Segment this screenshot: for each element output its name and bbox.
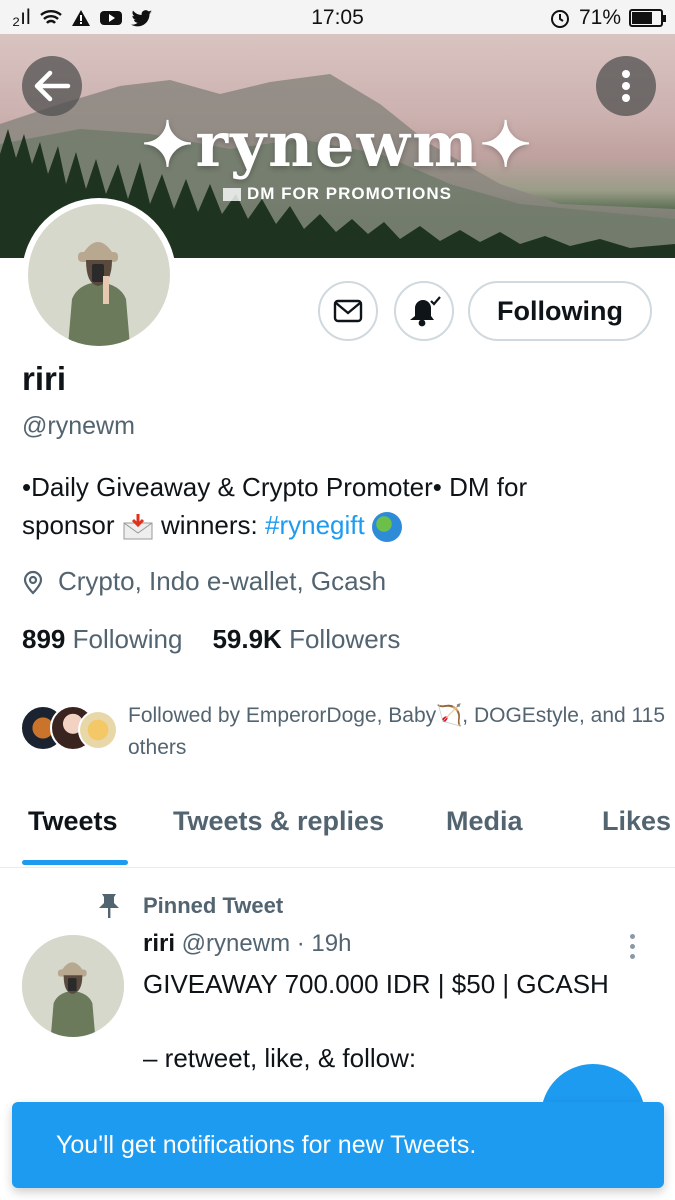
envelope-icon [333,299,363,323]
more-vertical-icon [622,70,630,102]
battery-percent: 71% [578,6,621,29]
tweet-author-meta: @rynewm · 19h [175,930,352,957]
bio-sponsor-text: sponsor [22,510,122,540]
location-pin-icon [23,570,43,595]
profile-handle: @rynewm [22,412,135,440]
banner-title: ✦rynewm✦ [141,108,534,181]
pinned-tweet-label: Pinned Tweet [143,893,284,918]
tweet-menu-button[interactable] [630,934,635,959]
followers-label: Followers [289,624,401,654]
banner-subtitle-text: DM FOR PROMOTIONS [247,184,452,203]
tab-media[interactable]: Media [446,806,523,837]
back-arrow-icon [34,70,71,102]
envelope-icon [223,188,242,202]
notification-toast: You'll get notifications for new Tweets. [12,1102,664,1188]
mutual-avatar [78,710,118,750]
following-label: Following [72,624,183,654]
hashtag-link[interactable]: #rynegift [265,510,365,540]
alarm-icon [550,10,569,28]
profile-bio: •Daily Giveaway & Crypto Promoter• DM fo… [22,468,662,544]
profile-tabs: Tweets Tweets & replies Media Likes [0,790,675,868]
status-icons-right: 71% [549,6,666,30]
following-stat[interactable]: 899 Following [22,624,182,655]
follow-stats: 899 Following 59.9K Followers [22,624,400,655]
back-button[interactable] [22,56,82,116]
toast-message: You'll get notifications for new Tweets. [56,1130,477,1159]
tab-likes[interactable]: Likes [602,806,671,837]
followed-by-row[interactable]: Followed by EmperorDoge, Baby🏹, DOGEstyl… [20,700,670,764]
status-bar: ₂ıl 17:05 71% [0,0,675,34]
avatar-illustration [22,935,124,1037]
battery-icon [629,9,666,27]
avatar-illustration [68,242,130,346]
profile-avatar[interactable] [22,198,176,352]
inbox-tray-icon [122,513,154,541]
bio-line-2: sponsor winners: #rynegift [22,506,662,544]
pin-icon [99,894,119,918]
notifications-button[interactable] [394,281,454,341]
bell-check-icon [410,296,441,327]
location-text: Crypto, Indo e-wallet, Gcash [58,566,387,596]
followed-by-text: Followed by EmperorDoge, Baby🏹, DOGEstyl… [128,704,666,759]
more-options-button[interactable] [596,56,656,116]
following-button[interactable]: Following [468,281,652,341]
profile-location: Crypto, Indo e-wallet, Gcash [22,566,386,597]
message-button[interactable] [318,281,378,341]
tab-tweets-replies[interactable]: Tweets & replies [173,806,384,837]
following-count: 899 [22,624,66,654]
tweet-text[interactable]: GIVEAWAY 700.000 IDR | $50 | GCASH – ret… [143,966,653,1077]
followers-stat[interactable]: 59.9K Followers [212,624,400,655]
tweet-author-name[interactable]: riri [143,930,175,957]
mutual-avatars [20,700,118,756]
globe-icon [371,512,402,543]
bio-line-1: •Daily Giveaway & Crypto Promoter• DM fo… [22,472,528,502]
profile-name: riri [22,360,67,397]
tweet-author-avatar[interactable] [22,935,124,1037]
tweet-header: riri @rynewm · 19h [143,930,351,958]
followers-count: 59.9K [212,624,282,654]
active-tab-indicator [22,860,128,865]
bio-winners-text: winners: [153,510,265,540]
tab-tweets[interactable]: Tweets [28,806,118,837]
